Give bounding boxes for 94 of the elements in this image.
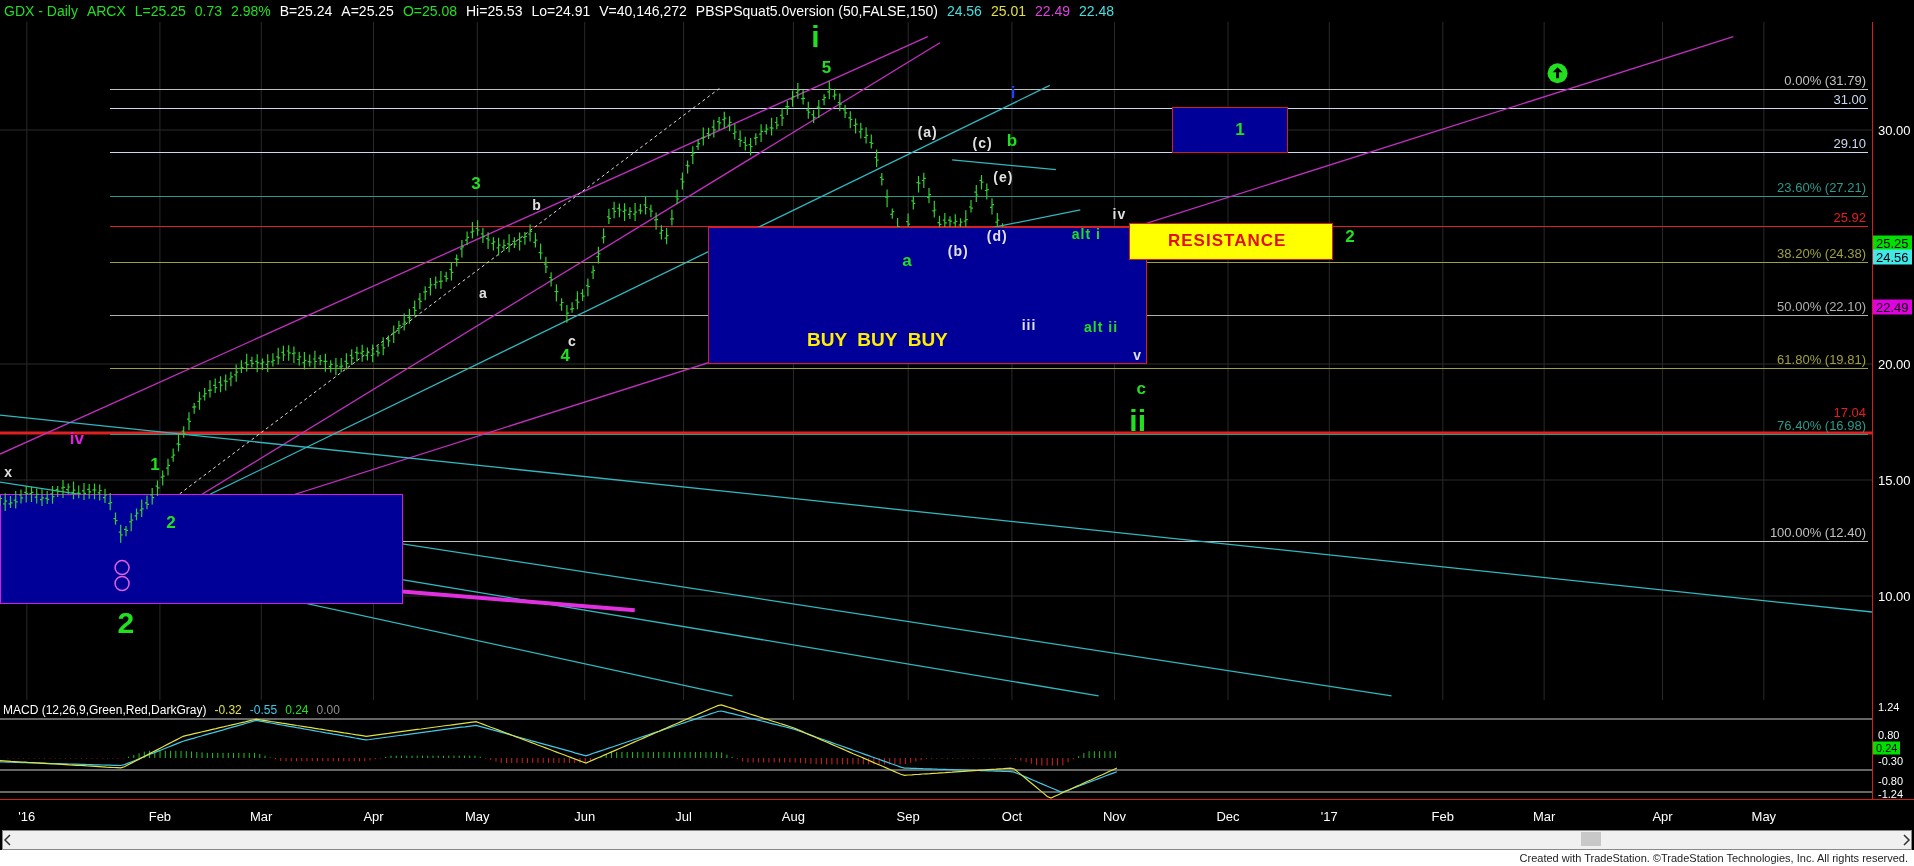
indicator-tick: -0.30 [1878,755,1904,767]
wave-label: 3 [471,174,481,192]
date-label: Jul [675,809,692,825]
level-label: 38.20% (24.38) [1777,246,1866,260]
level-label: 100.00% (12.40) [1769,525,1866,539]
date-label: Apr [363,809,384,825]
price-tick: 10.00 [1878,589,1911,603]
indicator-value: -0.32 [214,703,242,718]
date-label: Oct [1001,809,1023,825]
indicator-value: 0.00 [316,703,340,718]
date-label: Nov [1102,809,1126,825]
wave-label: (a) [917,124,938,139]
date-label: Mar [250,809,273,825]
level-label: 23.60% (27.21) [1777,180,1866,194]
header-value: A=25.25 [341,3,394,19]
date-label: Dec [1216,809,1240,825]
wave-label: v [1133,348,1143,363]
price-tag: 24.56 [1873,249,1912,265]
wave-label: c [1136,379,1147,397]
date-label: Sep [896,809,920,825]
date-label: Feb [148,809,172,825]
header-value: V=40,146,272 [599,3,687,19]
level-label: 50.00% (22.10) [1777,299,1866,313]
header-value: 0.73 [194,3,223,19]
price-tick: 15.00 [1878,473,1911,487]
header-value: 24.56 [946,3,982,19]
wave-label: i [811,21,820,52]
wave-label: (c) [972,135,993,150]
wave-label: iv [1112,206,1127,221]
header-value: 2.98% [231,3,271,19]
date-label: '17 [1320,809,1338,825]
wave-label: alt i [1071,227,1101,242]
wave-label: 1 [150,455,160,473]
wave-label: a [902,251,912,269]
wave-circles-icon [114,559,130,592]
wave-label: (b) [947,244,969,259]
date-label: '16 [18,809,36,825]
wave-label: alt ii [1084,320,1119,335]
indicator-title: MACD (12,26,9,Green,Red,DarkGray) [3,703,207,718]
target-zone-box: 1 [1172,106,1288,153]
indicator-value: 0.24 [285,703,309,718]
indicator-tick: 0.80 [1878,729,1900,741]
wave-label: 2 [166,513,176,531]
wave-label: iv [69,429,84,447]
wave-label: 2 [1345,227,1355,245]
price-tag: 22.49 [1873,299,1912,315]
resistance-box: RESISTANCE [1129,222,1333,260]
wave-label: 5 [821,58,832,76]
header-value: Lo=24.91 [531,3,591,19]
scrollbar-thumb[interactable] [1581,832,1601,847]
date-label: Jun [574,809,596,825]
indicator-value: -0.55 [249,703,278,718]
header-value: B=25.24 [279,3,333,19]
header-value: GDX - Daily [4,3,78,19]
indicator-tag: 0.24 [1873,741,1901,755]
level-label: 0.00% (31.79) [1784,73,1866,87]
header-value: L=25.25 [134,3,186,19]
header-value: PBSPSquat5.0version (50,FALSE,150) [695,3,938,19]
wave-label: iii [1021,317,1037,332]
indicator-tick: -0.80 [1878,775,1904,787]
wave-label: i [1010,83,1016,100]
level-label: 31.00 [1833,92,1866,106]
wave-label: x [4,465,13,480]
copyright-text: Created with TradeStation. ©TradeStation Technologies, Inc. All rights reserved. [1519,852,1908,864]
indicator-tick: -1.24 [1878,788,1904,800]
wave-label: (e) [993,169,1014,184]
date-label: Mar [1532,809,1556,825]
price-tick: 20.00 [1878,357,1911,371]
date-label: Aug [781,809,805,825]
header-value: O=25.08 [402,3,457,19]
wave-label: 2 [117,607,135,638]
header-value: 22.48 [1079,3,1115,19]
wave-label: ii [1129,406,1146,437]
date-label: May [465,809,490,825]
wave-label: b [1006,131,1018,149]
wave-label: b [532,198,542,213]
level-label: 76.40% (16.98) [1777,418,1866,432]
indicator-tick: 1.24 [1878,701,1900,713]
level-label: 17.04 [1833,405,1866,419]
level-label: 25.92 [1833,210,1866,224]
date-label: May [1751,809,1777,825]
wave-label: 4 [560,346,570,364]
header-value: 22.49 [1034,3,1070,19]
header-value: ARCX [86,3,126,19]
date-label: Feb [1431,809,1454,825]
header-value: 25.01 [990,3,1026,19]
date-label: Apr [1652,809,1673,825]
level-label: 29.10 [1833,136,1866,150]
header-value: Hi=25.53 [466,3,523,19]
price-tick: 30.00 [1878,123,1911,137]
wave-label: a [479,285,488,300]
wave-label: c [568,333,577,348]
wave-label: (d) [986,228,1008,243]
level-label: 61.80% (19.81) [1777,352,1866,366]
